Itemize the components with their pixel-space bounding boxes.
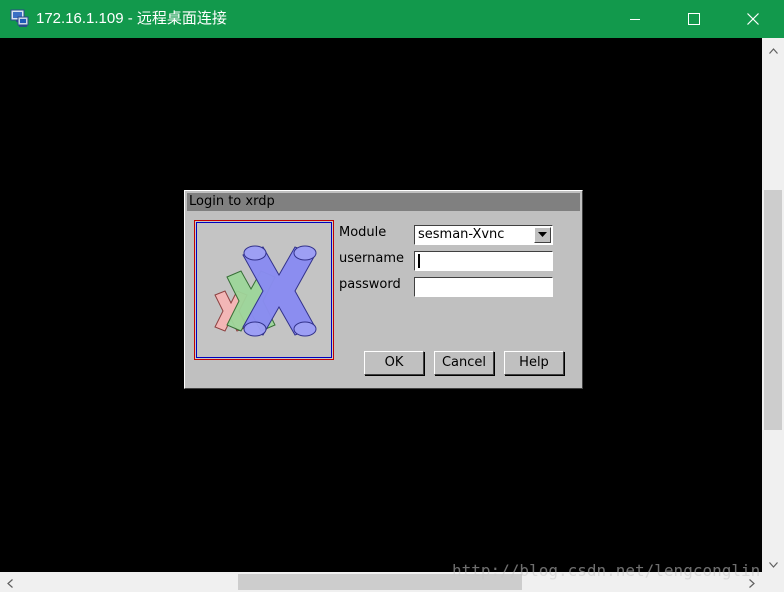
scrollbar-corner bbox=[762, 572, 784, 592]
password-label: password bbox=[339, 277, 401, 292]
minimize-button[interactable] bbox=[606, 0, 664, 38]
xrdp-logo bbox=[196, 222, 332, 358]
module-value: sesman-Xvnc bbox=[418, 227, 505, 242]
close-button[interactable] bbox=[724, 0, 782, 38]
remote-desktop-window: 172.16.1.109 - 远程桌面连接 Login to xrdp Modu… bbox=[0, 0, 784, 592]
maximize-button[interactable] bbox=[665, 0, 723, 38]
help-button[interactable]: Help bbox=[504, 351, 564, 375]
username-label: username bbox=[339, 251, 404, 266]
scroll-down-button[interactable] bbox=[762, 552, 784, 572]
close-icon bbox=[747, 10, 759, 29]
remote-desktop-icon bbox=[10, 8, 30, 28]
logo-frame bbox=[194, 220, 334, 360]
dialog-title: Login to xrdp bbox=[189, 194, 275, 209]
vertical-scroll-thumb[interactable] bbox=[764, 190, 782, 430]
minimize-icon bbox=[629, 10, 641, 29]
chevron-up-icon bbox=[768, 39, 778, 58]
dialog-titlebar[interactable]: Login to xrdp bbox=[187, 193, 580, 211]
cancel-button[interactable]: Cancel bbox=[434, 351, 494, 375]
scroll-up-button[interactable] bbox=[762, 38, 784, 58]
password-input[interactable] bbox=[414, 277, 553, 297]
watermark-text: http://blog.csdn.net/lengconglin bbox=[452, 561, 761, 580]
vertical-scrollbar[interactable] bbox=[762, 38, 784, 572]
dropdown-arrow-icon[interactable] bbox=[534, 227, 551, 243]
xrdp-login-dialog: Login to xrdp Module sesman-Xvnc usernam… bbox=[184, 190, 583, 389]
chevron-down-icon bbox=[768, 553, 778, 572]
username-input[interactable] bbox=[414, 251, 553, 271]
module-label: Module bbox=[339, 225, 387, 240]
chevron-left-icon bbox=[7, 573, 13, 592]
window-titlebar[interactable]: 172.16.1.109 - 远程桌面连接 bbox=[0, 0, 784, 38]
ok-button[interactable]: OK bbox=[364, 351, 424, 375]
module-select[interactable]: sesman-Xvnc bbox=[414, 225, 553, 245]
text-caret bbox=[418, 254, 420, 268]
maximize-icon bbox=[688, 10, 700, 29]
window-title: 172.16.1.109 - 远程桌面连接 bbox=[36, 10, 227, 27]
scroll-left-button[interactable] bbox=[0, 572, 20, 592]
